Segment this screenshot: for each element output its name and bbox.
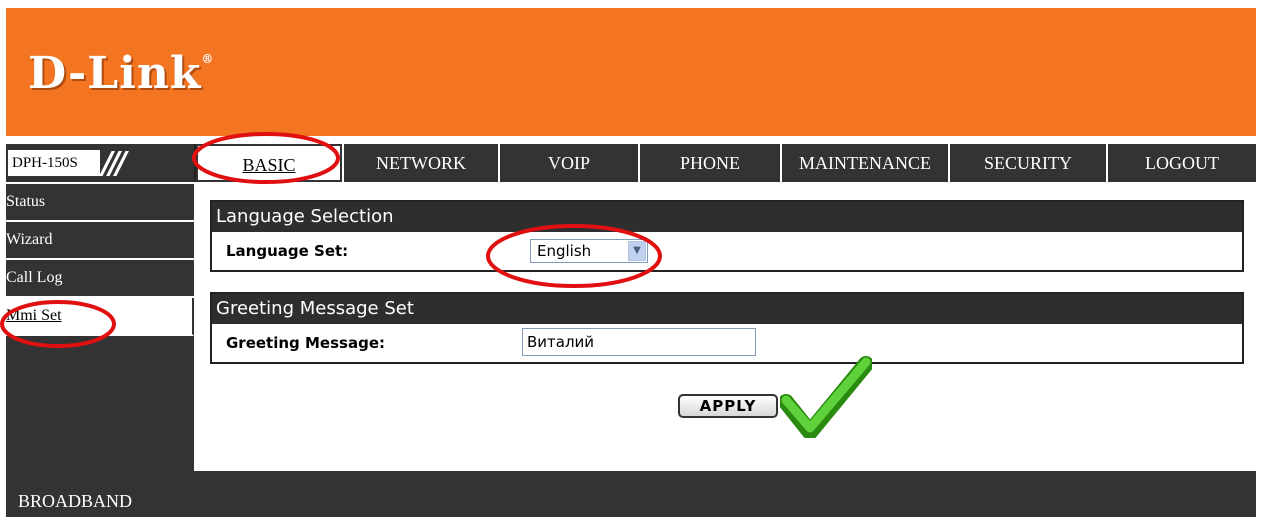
dlink-logo: D-Link®: [28, 48, 215, 99]
top-strip: [0, 0, 1262, 8]
chevron-down-icon[interactable]: ▼: [628, 241, 646, 261]
header-banner: D-Link®: [6, 8, 1256, 136]
sidebar-item-mmi-set[interactable]: Mmi Set: [6, 298, 194, 336]
tab-security[interactable]: SECURITY: [948, 144, 1106, 182]
greeting-panel: Greeting Message Set Greeting Message: В…: [210, 292, 1244, 364]
tab-voip[interactable]: VOIP: [498, 144, 638, 182]
apply-button[interactable]: APPLY: [678, 394, 778, 418]
nav-row: DPH-150S /// BASIC NETWORK VOIP PHONE MA…: [6, 136, 1256, 184]
greeting-message-input[interactable]: Виталий: [522, 328, 756, 356]
greeting-message-label: Greeting Message:: [226, 334, 385, 352]
language-select[interactable]: English ▼: [530, 239, 648, 263]
language-row: Language Set: English ▼: [212, 232, 1242, 270]
tab-phone[interactable]: PHONE: [638, 144, 780, 182]
language-panel-title: Language Selection: [212, 202, 1242, 232]
sidebar-item-wizard[interactable]: Wizard: [6, 222, 194, 260]
greeting-row: Greeting Message: Виталий: [212, 324, 1242, 362]
tab-network[interactable]: NETWORK: [342, 144, 498, 182]
tab-maintenance[interactable]: MAINTENANCE: [780, 144, 948, 182]
model-label: DPH-150S: [8, 150, 100, 176]
main-content: Language Selection Language Set: English…: [196, 184, 1256, 471]
greeting-panel-title: Greeting Message Set: [212, 294, 1242, 324]
tab-basic[interactable]: BASIC: [196, 144, 342, 182]
language-panel: Language Selection Language Set: English…: [210, 200, 1244, 272]
sidebar-item-status[interactable]: Status: [6, 184, 194, 222]
sidebar: Status Wizard Call Log Mmi Set: [6, 184, 194, 471]
sidebar-item-call-log[interactable]: Call Log: [6, 260, 194, 298]
language-set-label: Language Set:: [226, 242, 349, 260]
main-tabs: BASIC NETWORK VOIP PHONE MAINTENANCE SEC…: [196, 144, 1256, 182]
language-select-value: English: [537, 242, 592, 260]
tab-logout[interactable]: LOGOUT: [1106, 144, 1256, 182]
model-indicator: DPH-150S ///: [6, 144, 196, 182]
slashes-decoration: ///: [102, 146, 127, 181]
footer-bar: BROADBAND: [6, 471, 1256, 517]
